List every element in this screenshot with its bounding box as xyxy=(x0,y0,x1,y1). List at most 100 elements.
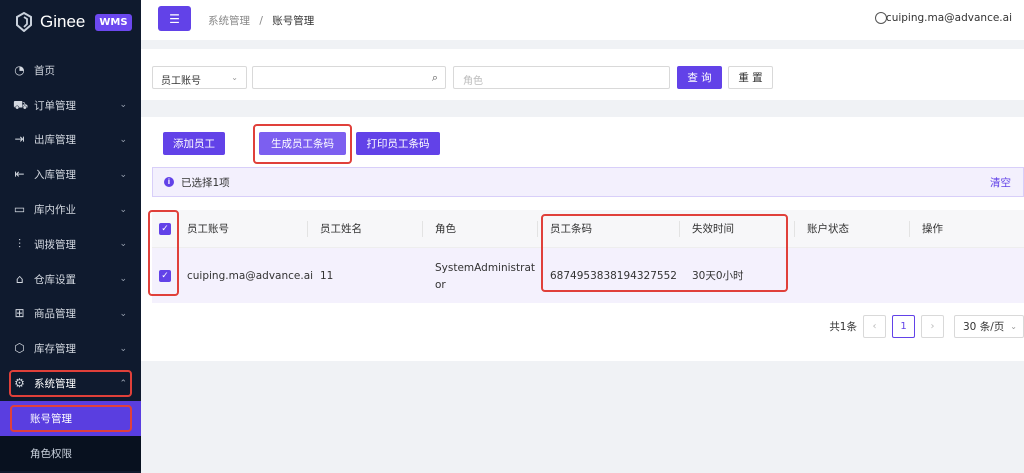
table-row[interactable]: ✓ cuiping.ma@advance.ai 11 SystemAdminis… xyxy=(152,248,1024,303)
chevron-down-icon: ⌄ xyxy=(119,239,127,250)
menu-toggle-button[interactable]: ☰ xyxy=(158,6,191,31)
add-employee-button[interactable]: 添加员工 xyxy=(163,132,225,155)
sidebar-item-orders[interactable]: ⛟ 订单管理 ⌄ xyxy=(0,88,141,123)
column-header: 失效时间 xyxy=(692,223,734,235)
print-barcode-button[interactable]: 打印员工条码 xyxy=(356,132,440,155)
role-select[interactable]: 角色 xyxy=(453,66,670,89)
sidebar-item-label: 商品管理 xyxy=(34,308,76,321)
page-number[interactable]: 1 xyxy=(892,314,915,338)
search-icon[interactable]: ⌕ xyxy=(432,71,438,85)
row-checkbox[interactable]: ✓ xyxy=(159,248,171,303)
cell-account: cuiping.ma@advance.ai xyxy=(187,269,314,282)
dashboard-icon: ◔ xyxy=(14,62,25,77)
gear-icon: ⚙ xyxy=(14,376,25,391)
logo: Ginee WMS xyxy=(0,0,141,44)
search-panel: 员工账号 ⌄ ⌕ 角色 查 询 重 置 xyxy=(141,49,1024,100)
column-divider xyxy=(307,221,308,237)
column-header: 角色 xyxy=(435,223,456,235)
sidebar: Ginee WMS ◔ 首页 ⛟ 订单管理 ⌄ ⇥ 出库管理 ⌄ ⇤ 入库管理 … xyxy=(0,0,141,473)
sidebar-item-home[interactable]: ◔ 首页 xyxy=(0,53,141,88)
sidebar-item-label: 入库管理 xyxy=(34,169,76,182)
cell-role-line: SystemAdministrat xyxy=(435,262,535,274)
user-account-menu[interactable]: cuiping.ma@advance.ai xyxy=(886,12,1012,24)
app-name: Ginee xyxy=(40,12,86,31)
sidebar-item-products[interactable]: ⊞ 商品管理 ⌄ xyxy=(0,297,141,332)
sidebar-item-label: 库存管理 xyxy=(34,343,76,356)
check-icon: ✓ xyxy=(159,222,171,235)
breadcrumb-parent[interactable]: 系统管理 xyxy=(208,15,250,27)
sidebar-menu: ◔ 首页 ⛟ 订单管理 ⌄ ⇥ 出库管理 ⌄ ⇤ 入库管理 ⌄ ▭ 库内作业 ⌄… xyxy=(0,53,141,471)
column-divider xyxy=(537,221,538,237)
chevron-down-icon: ⌄ xyxy=(119,134,127,145)
chevron-down-icon: ⌄ xyxy=(119,169,127,180)
info-icon: i xyxy=(164,177,174,187)
cell-barcode: 6874953838194327552 xyxy=(550,269,677,282)
reset-button[interactable]: 重 置 xyxy=(728,66,773,89)
next-page-button[interactable]: › xyxy=(921,314,944,338)
sidebar-item-inventory[interactable]: ⬡ 库存管理 ⌄ xyxy=(0,331,141,366)
generate-barcode-button[interactable]: 生成员工条码 xyxy=(259,132,346,155)
chevron-down-icon: ⌄ xyxy=(231,73,238,82)
query-button[interactable]: 查 询 xyxy=(677,66,722,89)
menu-icon: ☰ xyxy=(169,11,180,26)
sidebar-item-label: 角色权限 xyxy=(30,447,72,460)
sidebar-item-roles[interactable]: 角色权限 xyxy=(0,436,141,471)
sidebar-item-label: 仓库设置 xyxy=(34,273,76,286)
sidebar-item-transfer[interactable]: ⫶ 调拨管理 ⌄ xyxy=(0,227,141,262)
column-header: 员工条码 xyxy=(550,223,592,235)
breadcrumb-current: 账号管理 xyxy=(272,15,315,27)
main-panel: 添加员工 生成员工条码 打印员工条码 i 已选择1项 清空 ✓ 员工账号 员工姓… xyxy=(141,117,1024,361)
sidebar-item-system[interactable]: ⚙ 系统管理 ⌃ xyxy=(0,366,141,401)
breadcrumb: 系统管理 / 账号管理 xyxy=(208,13,314,28)
sidebar-item-label: 首页 xyxy=(34,64,55,77)
warehouse-task-icon: ▭ xyxy=(13,202,26,217)
column-divider xyxy=(794,221,795,237)
cell-expire: 30天0小时 xyxy=(692,270,744,282)
search-field-select[interactable]: 员工账号 ⌄ xyxy=(152,66,247,89)
product-icon: ⊞ xyxy=(14,306,25,321)
top-header: ☰ 系统管理 / 账号管理 cuiping.ma@advance.ai xyxy=(141,0,1024,40)
cell-role-line: or xyxy=(435,279,446,291)
sidebar-item-label: 系统管理 xyxy=(34,378,76,391)
sidebar-item-label: 出库管理 xyxy=(34,134,76,147)
chevron-down-icon: ⌄ xyxy=(119,343,127,354)
pagination: 共1条 ‹ 1 › 30 条/页 ⌄ xyxy=(829,314,1024,338)
column-header: 账户状态 xyxy=(807,223,849,235)
ginee-logo-icon xyxy=(16,12,32,32)
warehouse-settings-icon: ⌂ xyxy=(15,271,24,286)
chevron-down-icon: ⌄ xyxy=(119,274,127,285)
sidebar-item-warehouse-settings[interactable]: ⌂ 仓库设置 ⌄ xyxy=(0,262,141,297)
sidebar-item-outbound[interactable]: ⇥ 出库管理 ⌄ xyxy=(0,123,141,158)
prev-page-button[interactable]: ‹ xyxy=(863,314,886,338)
inventory-icon: ⬡ xyxy=(14,341,25,356)
column-divider xyxy=(422,221,423,237)
cell-name: 11 xyxy=(320,269,334,282)
sidebar-item-label: 库内作业 xyxy=(34,204,76,217)
column-divider xyxy=(679,221,680,237)
sidebar-item-label: 账号管理 xyxy=(30,412,72,425)
transfer-icon: ⫶ xyxy=(17,236,21,251)
sidebar-item-warehouse-tasks[interactable]: ▭ 库内作业 ⌄ xyxy=(0,192,141,227)
chevron-down-icon: ⌄ xyxy=(119,308,127,319)
sidebar-item-label: 订单管理 xyxy=(34,99,76,112)
column-divider xyxy=(909,221,910,237)
page-size-select[interactable]: 30 条/页 ⌄ xyxy=(954,314,1024,338)
sidebar-submenu: 账号管理 角色权限 xyxy=(0,400,141,471)
sidebar-item-accounts[interactable]: 账号管理 xyxy=(0,400,141,436)
sidebar-item-inbound[interactable]: ⇤ 入库管理 ⌄ xyxy=(0,157,141,192)
sidebar-item-label: 调拨管理 xyxy=(34,238,76,251)
select-all-checkbox[interactable]: ✓ xyxy=(159,210,171,247)
search-field-select-value: 员工账号 xyxy=(161,76,201,87)
search-input[interactable]: ⌕ xyxy=(252,66,446,89)
outbound-icon: ⇥ xyxy=(14,132,25,147)
column-header: 操作 xyxy=(922,223,943,235)
chevron-up-icon: ⌃ xyxy=(119,378,127,389)
clear-selection-link[interactable]: 清空 xyxy=(990,175,1011,190)
pagination-total: 共1条 xyxy=(829,320,857,333)
inbound-icon: ⇤ xyxy=(14,167,25,182)
breadcrumb-separator: / xyxy=(259,15,263,27)
check-icon: ✓ xyxy=(159,269,171,282)
chevron-down-icon: ⌄ xyxy=(119,100,127,111)
page-size-value: 30 条/页 xyxy=(963,320,1005,333)
cart-icon: ⛟ xyxy=(13,97,29,112)
